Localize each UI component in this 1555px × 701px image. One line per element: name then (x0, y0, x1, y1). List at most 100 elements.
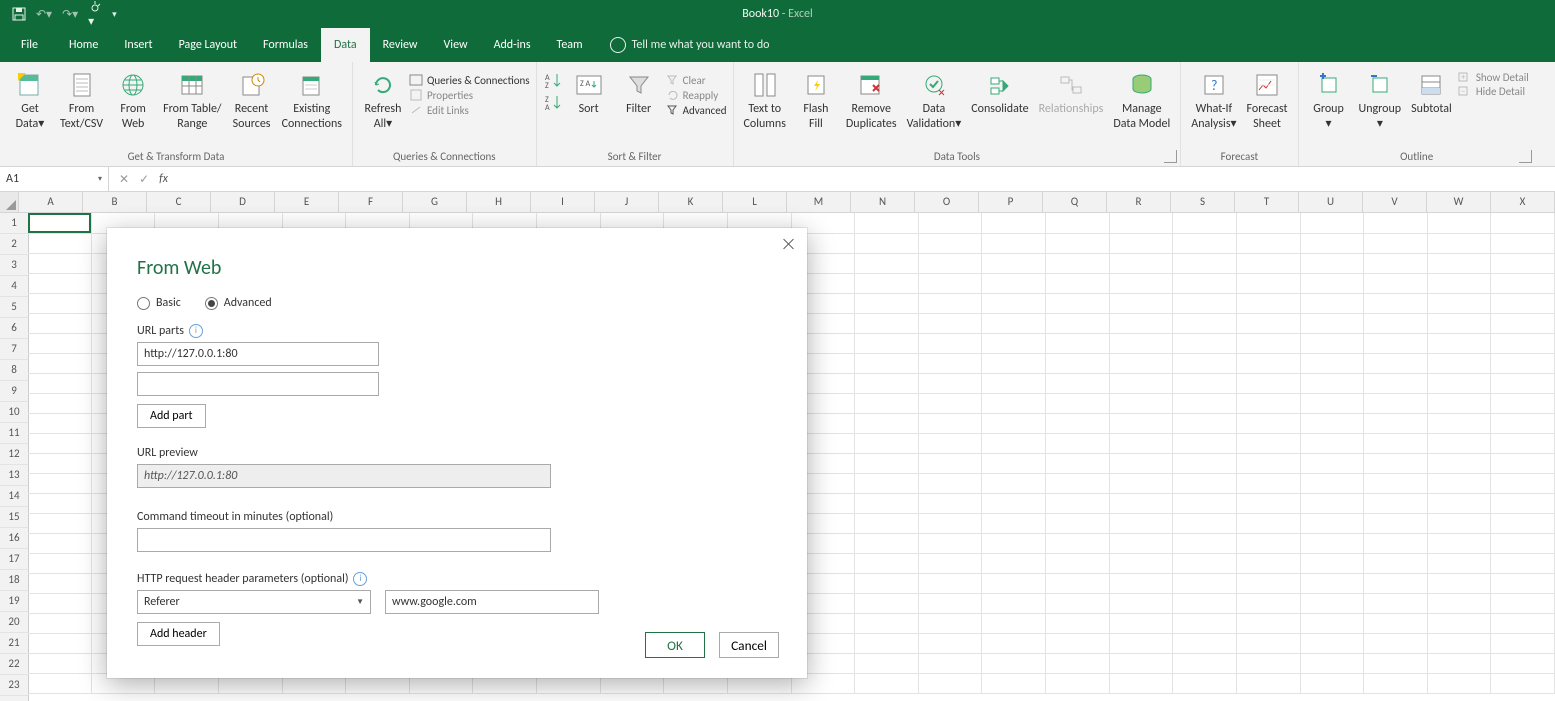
cell[interactable] (1110, 493, 1174, 513)
column-header[interactable]: M (787, 192, 851, 212)
cell[interactable] (919, 373, 983, 393)
cell[interactable] (1428, 273, 1492, 293)
row-header[interactable]: 11 (0, 423, 29, 444)
row-header[interactable]: 24 (0, 696, 29, 701)
cell[interactable] (1237, 473, 1301, 493)
qat-customize-icon[interactable]: ▾ (112, 9, 117, 20)
cell[interactable] (1364, 433, 1428, 453)
cell[interactable] (1110, 513, 1174, 533)
cell[interactable] (1046, 393, 1110, 413)
cell[interactable] (1301, 593, 1365, 613)
save-icon[interactable] (12, 7, 26, 21)
cell[interactable] (982, 253, 1046, 273)
cell[interactable] (28, 253, 92, 273)
cell[interactable] (1491, 333, 1555, 353)
cell[interactable] (1428, 673, 1492, 693)
cell[interactable] (1364, 293, 1428, 313)
cell[interactable] (919, 333, 983, 353)
column-header[interactable]: U (1299, 192, 1363, 212)
cell[interactable] (1491, 393, 1555, 413)
existing-connections-button[interactable]: ExistingConnections (278, 67, 346, 134)
cell[interactable] (1173, 313, 1237, 333)
cell[interactable] (1364, 533, 1428, 553)
cell[interactable] (855, 433, 919, 453)
fx-icon[interactable]: fx (159, 172, 168, 186)
cell[interactable] (1428, 233, 1492, 253)
cell[interactable] (1364, 573, 1428, 593)
cell[interactable] (982, 533, 1046, 553)
flash-fill-button[interactable]: FlashFill (792, 67, 840, 134)
cell[interactable] (1364, 333, 1428, 353)
cell[interactable] (28, 593, 92, 613)
info-icon[interactable]: i (189, 324, 203, 338)
cell[interactable] (1173, 353, 1237, 373)
cell[interactable] (982, 353, 1046, 373)
cell[interactable] (1237, 493, 1301, 513)
row-header[interactable]: 10 (0, 402, 29, 423)
ok-button[interactable]: OK (645, 632, 705, 658)
cell[interactable] (1110, 333, 1174, 353)
cell[interactable] (1046, 333, 1110, 353)
cell[interactable] (1046, 533, 1110, 553)
cell[interactable] (1173, 393, 1237, 413)
cell[interactable] (1110, 553, 1174, 573)
cell[interactable] (28, 393, 92, 413)
cell[interactable] (919, 293, 983, 313)
cell[interactable] (28, 433, 92, 453)
cell[interactable] (982, 213, 1046, 233)
properties-button[interactable]: Properties (409, 88, 530, 102)
formula-enter-icon[interactable]: ✓ (139, 172, 149, 187)
cell[interactable] (1110, 533, 1174, 553)
cell[interactable] (1173, 513, 1237, 533)
cell[interactable] (982, 333, 1046, 353)
cell[interactable] (1428, 573, 1492, 593)
cell[interactable] (982, 613, 1046, 633)
cell[interactable] (1173, 573, 1237, 593)
cell[interactable] (1110, 373, 1174, 393)
cell[interactable] (919, 353, 983, 373)
cell[interactable] (1237, 533, 1301, 553)
cell[interactable] (28, 473, 92, 493)
reapply-button[interactable]: Reapply (665, 88, 727, 102)
cell[interactable] (1491, 613, 1555, 633)
cell[interactable] (1173, 433, 1237, 453)
cell[interactable] (1491, 493, 1555, 513)
cell[interactable] (1301, 673, 1365, 693)
cell[interactable] (1428, 333, 1492, 353)
cell[interactable] (982, 633, 1046, 653)
tab-formulas[interactable]: Formulas (250, 28, 321, 62)
cell[interactable] (1110, 613, 1174, 633)
cell[interactable] (1364, 353, 1428, 373)
cell[interactable] (1046, 453, 1110, 473)
cell[interactable] (1364, 273, 1428, 293)
show-detail-button[interactable]: +Show Detail (1458, 71, 1529, 84)
cell[interactable] (28, 333, 92, 353)
cell[interactable] (919, 573, 983, 593)
cell[interactable] (1491, 433, 1555, 453)
cell[interactable] (1364, 253, 1428, 273)
cell[interactable] (1491, 253, 1555, 273)
cell[interactable] (1364, 413, 1428, 433)
cell[interactable] (982, 293, 1046, 313)
column-header[interactable]: G (403, 192, 467, 212)
row-header[interactable]: 19 (0, 591, 29, 612)
cell[interactable] (1491, 653, 1555, 673)
cell[interactable] (1237, 253, 1301, 273)
cell[interactable] (1173, 293, 1237, 313)
cell[interactable] (982, 373, 1046, 393)
cell[interactable] (919, 513, 983, 533)
cell[interactable] (1301, 413, 1365, 433)
header-value-input[interactable]: www.google.com (385, 590, 599, 614)
sort-button[interactable]: Z ASort (565, 67, 613, 119)
cell[interactable] (1046, 313, 1110, 333)
cell[interactable] (1301, 573, 1365, 593)
column-header[interactable]: D (211, 192, 275, 212)
cell[interactable] (982, 593, 1046, 613)
cell[interactable] (919, 633, 983, 653)
cell[interactable] (1237, 553, 1301, 573)
column-header[interactable]: W (1427, 192, 1491, 212)
column-header[interactable]: P (979, 192, 1043, 212)
cell[interactable] (1046, 633, 1110, 653)
tab-data[interactable]: Data (321, 28, 370, 62)
cell[interactable] (855, 573, 919, 593)
